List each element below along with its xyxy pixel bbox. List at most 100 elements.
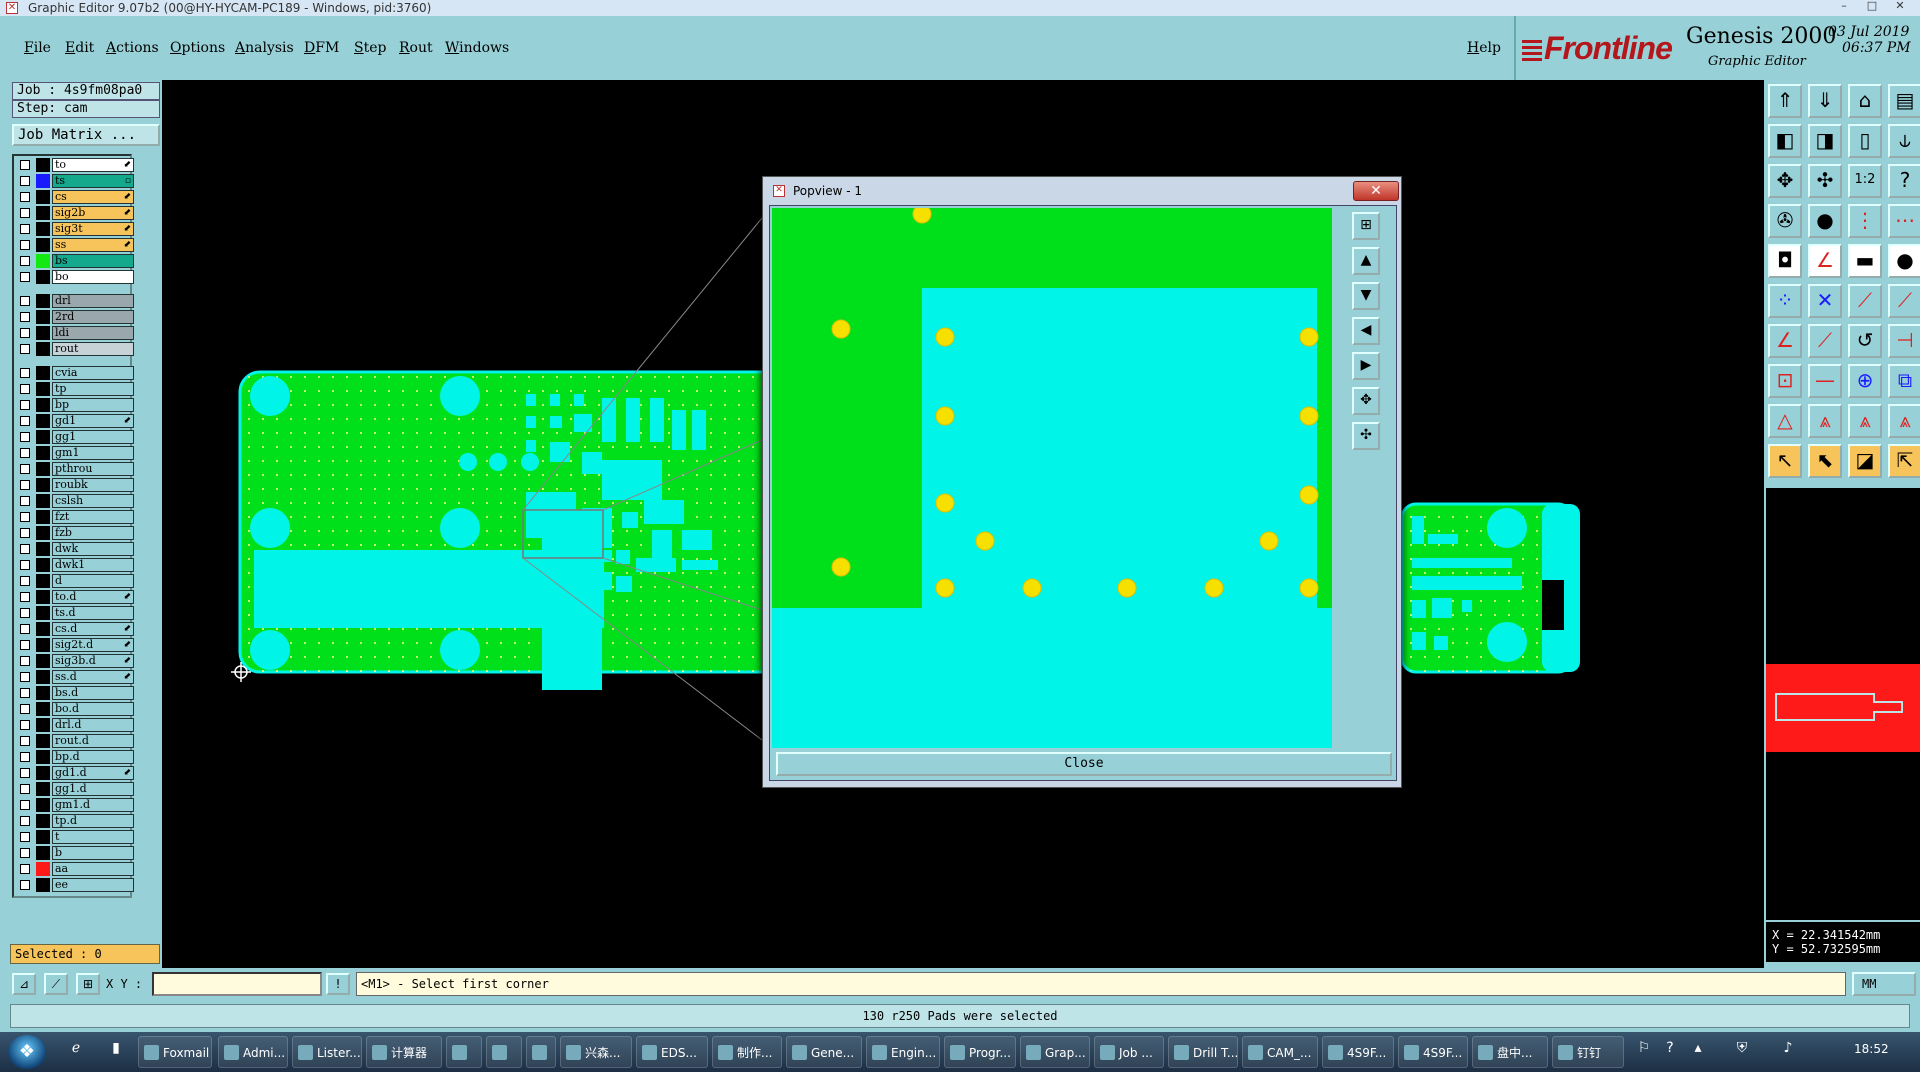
layer-checkbox[interactable]: [20, 224, 30, 234]
layer-row[interactable]: fzt: [16, 510, 134, 524]
taskbar-item[interactable]: Admi...: [218, 1036, 288, 1068]
layer-checkbox[interactable]: [20, 544, 30, 554]
layer-row[interactable]: sig3b.d ⬋: [16, 654, 134, 668]
layer-name[interactable]: d: [52, 574, 134, 588]
layer-checkbox[interactable]: [20, 864, 30, 874]
layer-name[interactable]: ss ⬋: [52, 238, 134, 252]
grid-mode-icon[interactable]: ⊞: [76, 973, 100, 995]
taskbar-item[interactable]: 4S9F...: [1322, 1036, 1394, 1068]
layer-name[interactable]: 2rd: [52, 310, 134, 324]
layer-row[interactable]: ldi: [16, 326, 134, 340]
pan-right-icon[interactable]: ◨: [1808, 124, 1842, 158]
layer-checkbox[interactable]: [20, 208, 30, 218]
layer-name[interactable]: cslsh: [52, 494, 134, 508]
measure-angle-icon[interactable]: ∠: [1808, 244, 1842, 278]
taskbar-item[interactable]: 制作...: [712, 1036, 782, 1068]
layer-name[interactable]: to.d ⬋: [52, 590, 134, 604]
menu-windows[interactable]: Windows: [445, 40, 509, 56]
taskbar-item[interactable]: Gene...: [786, 1036, 862, 1068]
shield-icon[interactable]: ⛨: [1732, 1040, 1752, 1062]
layer-checkbox[interactable]: [20, 416, 30, 426]
layer-name[interactable]: fzt: [52, 510, 134, 524]
taskbar-item[interactable]: CAM_...: [1242, 1036, 1318, 1068]
layer-row[interactable]: drl: [16, 294, 134, 308]
select-area-icon[interactable]: ⬉: [1808, 444, 1842, 478]
layer-name[interactable]: ts.d: [52, 606, 134, 620]
maximize-button[interactable]: □: [1858, 0, 1886, 14]
layer-row[interactable]: d: [16, 574, 134, 588]
layer-name[interactable]: b: [52, 846, 134, 860]
layer-checkbox[interactable]: [20, 656, 30, 666]
popview-zoom-fit-icon[interactable]: ⊞: [1352, 212, 1380, 240]
menu-analysis[interactable]: Analysis: [235, 40, 294, 56]
layer-checkbox[interactable]: [20, 752, 30, 762]
popview-close-button[interactable]: Close: [776, 752, 1392, 776]
layer-row[interactable]: 2rd: [16, 310, 134, 324]
layer-name[interactable]: gd1.d ⬋: [52, 766, 134, 780]
popview-right-icon[interactable]: ▶: [1352, 352, 1380, 380]
layer-checkbox[interactable]: [20, 512, 30, 522]
pad-icon[interactable]: ●: [1808, 204, 1842, 238]
ie-icon[interactable]: ℯ: [66, 1040, 86, 1062]
layer-name[interactable]: cvia: [52, 366, 134, 380]
layer-row[interactable]: ts ▫: [16, 174, 134, 188]
layer-checkbox[interactable]: [20, 432, 30, 442]
layer-name[interactable]: t: [52, 830, 134, 844]
taskbar-item[interactable]: 钉钉: [1552, 1036, 1624, 1068]
xy-input[interactable]: [152, 972, 322, 996]
help-tray-icon[interactable]: ?: [1660, 1040, 1680, 1062]
zoom-fit-icon[interactable]: ✥: [1768, 164, 1802, 198]
distance-icon[interactable]: ⊣: [1888, 324, 1920, 358]
triangle-icon[interactable]: △: [1768, 404, 1802, 438]
layer-checkbox[interactable]: [20, 448, 30, 458]
close-window-button[interactable]: ✕: [1886, 0, 1914, 14]
triangle3-icon[interactable]: ⩓: [1848, 404, 1882, 438]
layer-row[interactable]: gg1: [16, 430, 134, 444]
layer-row[interactable]: bo: [16, 270, 134, 284]
select-icon[interactable]: ↖: [1768, 444, 1802, 478]
menu-file[interactable]: File: [24, 40, 51, 56]
layer-name[interactable]: gm1: [52, 446, 134, 460]
layer-checkbox[interactable]: [20, 176, 30, 186]
taskbar-item[interactable]: Lister...: [292, 1036, 362, 1068]
layer-row[interactable]: gm1: [16, 446, 134, 460]
menu-actions[interactable]: Actions: [106, 40, 159, 56]
menu-edit[interactable]: Edit: [65, 40, 94, 56]
link2-icon[interactable]: ⟋: [1888, 284, 1920, 318]
layer-name[interactable]: fzb: [52, 526, 134, 540]
angle-mode-icon[interactable]: ⟋: [44, 973, 68, 995]
window-icon[interactable]: ▤: [1888, 84, 1920, 118]
popview-window[interactable]: ✕ Popview - 1 ✕ ⊞ ▲ ▼ ◀ ▶ ✥ ✣ Close: [762, 176, 1402, 788]
layer-checkbox[interactable]: [20, 688, 30, 698]
layer-name[interactable]: drl.d: [52, 718, 134, 732]
snap-icon[interactable]: ✇: [1768, 204, 1802, 238]
layer-checkbox[interactable]: [20, 880, 30, 890]
layer-name[interactable]: bo.d: [52, 702, 134, 716]
layer-name[interactable]: aa: [52, 862, 134, 876]
layer-row[interactable]: fzb: [16, 526, 134, 540]
layer-checkbox[interactable]: [20, 368, 30, 378]
taskbar-item[interactable]: Grap...: [1020, 1036, 1090, 1068]
layer-name[interactable]: sig3b.d ⬋: [52, 654, 134, 668]
layer-checkbox[interactable]: [20, 192, 30, 202]
open-step-icon[interactable]: ⇑: [1768, 84, 1802, 118]
layer-checkbox[interactable]: [20, 848, 30, 858]
layer-row[interactable]: bp.d: [16, 750, 134, 764]
layer-row[interactable]: dwk1: [16, 558, 134, 572]
layer-name[interactable]: gg1.d: [52, 782, 134, 796]
taskbar-item[interactable]: Foxmail: [138, 1036, 212, 1068]
tray-expand-icon[interactable]: ▴: [1688, 1040, 1708, 1062]
group-icon[interactable]: ⧉: [1888, 364, 1920, 398]
taskbar-item[interactable]: [446, 1036, 482, 1068]
select-net-icon[interactable]: ⇱: [1888, 444, 1920, 478]
layer-row[interactable]: ss.d ⬋: [16, 670, 134, 684]
taskbar-item[interactable]: 兴森...: [560, 1036, 632, 1068]
layer-row[interactable]: ee: [16, 878, 134, 892]
layer-row[interactable]: sig2t.d ⬋: [16, 638, 134, 652]
zoom-area-icon[interactable]: ✣: [1808, 164, 1842, 198]
layer-checkbox[interactable]: [20, 528, 30, 538]
horizontal-icon[interactable]: —: [1808, 364, 1842, 398]
layer-row[interactable]: cs ⬋: [16, 190, 134, 204]
pan-left-icon[interactable]: ◧: [1768, 124, 1802, 158]
flip-icon[interactable]: ⫝: [1888, 124, 1920, 158]
